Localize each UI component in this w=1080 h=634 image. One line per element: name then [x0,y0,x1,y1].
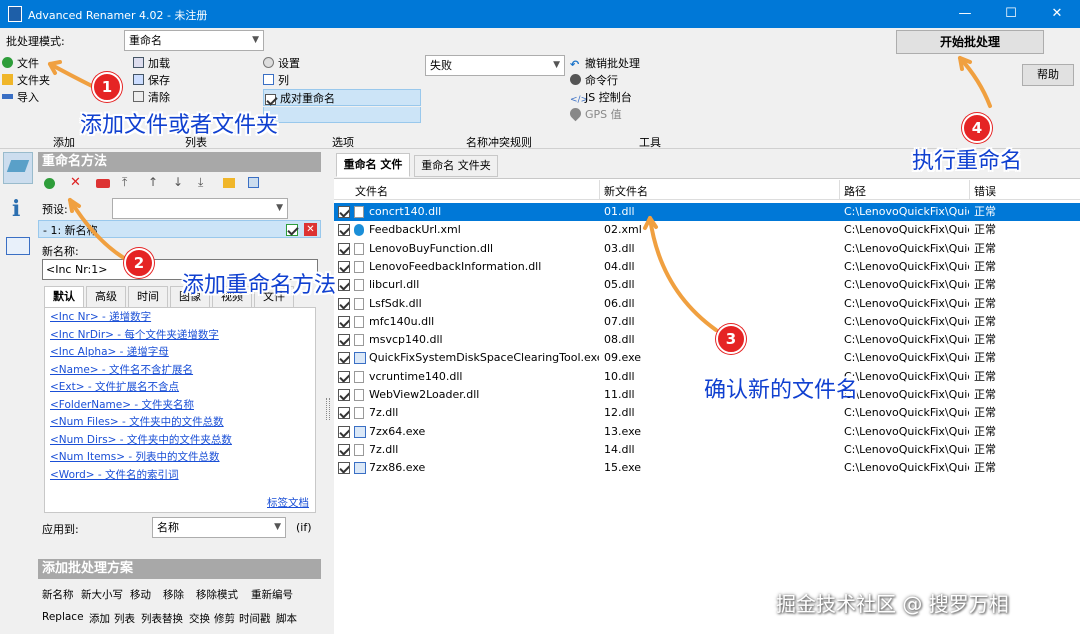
annotation-text-1: 添加文件或者文件夹 [80,113,279,138]
annotation-badge-4: 4 [962,113,992,143]
watermark: 掘金技术社区 @ 搜罗万相 [776,592,1009,616]
annotation-badge-2: 2 [124,248,154,278]
annotation-badge-3: 3 [716,324,746,354]
annotation-text-2: 添加重命名方法 [182,273,337,298]
annotation-badge-1: 1 [92,72,122,102]
arrow-2 [68,198,126,260]
annotation-arrows [48,56,992,332]
annotation-text-3: 确认新的文件名 [704,378,859,403]
annotation-text-4: 执行重命名 [912,149,1023,174]
arrow-3 [648,216,718,332]
arrow-4 [958,56,992,108]
arrow-1 [48,62,94,88]
